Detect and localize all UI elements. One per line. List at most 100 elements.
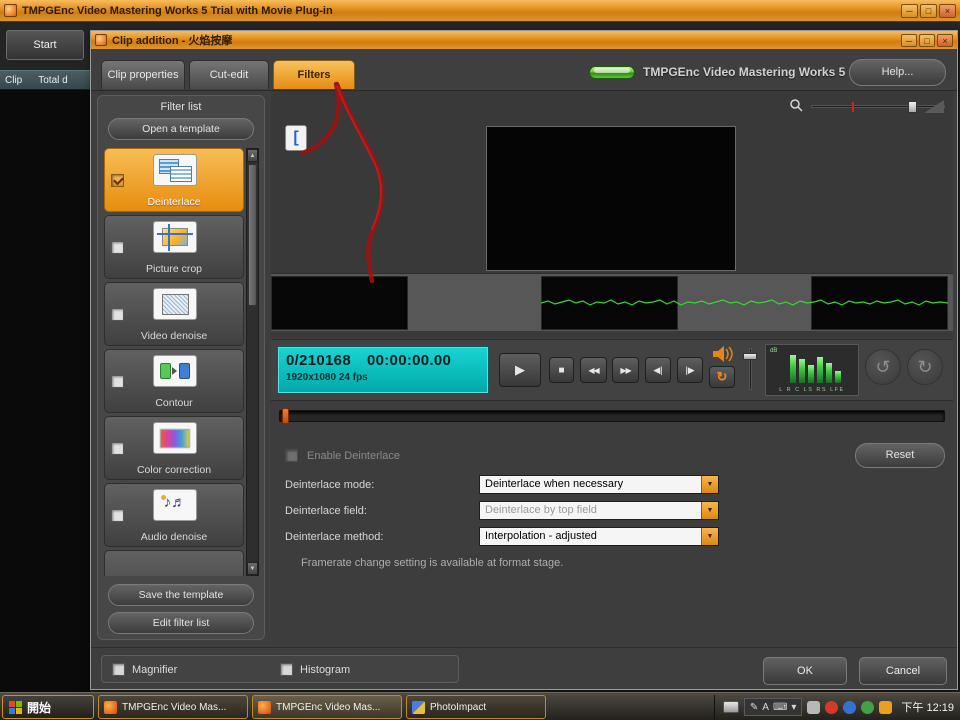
- taskbar-item-tmpgenc-1[interactable]: TMPGEnc Video Mas...: [98, 695, 248, 719]
- tmpgenc-app-icon: [258, 701, 271, 714]
- tray-icon-3[interactable]: [843, 701, 856, 714]
- framerate-note: Framerate change setting is available at…: [301, 557, 563, 569]
- undo-button[interactable]: ↺: [865, 349, 901, 385]
- deinterlace-checkbox[interactable]: [111, 174, 124, 187]
- main-close-button[interactable]: ×: [939, 4, 956, 18]
- stop-button[interactable]: ■: [549, 357, 574, 383]
- filter-item-contour[interactable]: Contour: [104, 349, 244, 413]
- video-denoise-icon: [153, 288, 197, 320]
- tray-icon-1[interactable]: [807, 701, 820, 714]
- deinterlace-icon: [153, 154, 197, 186]
- timeline-strip[interactable]: [271, 273, 953, 331]
- open-template-button[interactable]: Open a template: [108, 118, 254, 140]
- seek-track[interactable]: [279, 410, 945, 422]
- start-wizard-button[interactable]: Start: [6, 30, 84, 60]
- seek-handle[interactable]: [282, 408, 289, 424]
- scroll-up-button[interactable]: ▲: [247, 149, 258, 162]
- deinterlace-field-select[interactable]: Deinterlace by top field ▼: [479, 501, 719, 520]
- dropdown-arrow-icon[interactable]: ▼: [701, 528, 718, 545]
- filter-item-color-correction[interactable]: Color correction: [104, 416, 244, 480]
- filter-item-video-denoise[interactable]: Video denoise: [104, 282, 244, 346]
- video-denoise-checkbox[interactable]: [111, 308, 124, 321]
- histogram-checkbox[interactable]: [280, 663, 293, 676]
- enable-deinterlace-checkbox[interactable]: [285, 449, 298, 462]
- play-button[interactable]: ▶: [499, 353, 541, 387]
- taskbar-clock[interactable]: 下午 12:19: [901, 699, 954, 715]
- dialog-close-button[interactable]: ×: [937, 34, 953, 47]
- dialog-minimize-button[interactable]: ─: [901, 34, 917, 47]
- reset-button[interactable]: Reset: [855, 443, 945, 468]
- system-tray: ✎ A ⌨ ▾ 下午 12:19: [714, 695, 958, 719]
- language-bar[interactable]: ✎ A ⌨ ▾: [744, 698, 803, 716]
- tab-clip-properties[interactable]: Clip properties: [101, 60, 185, 89]
- preview-area: [: [271, 91, 953, 337]
- deinterlace-mode-value: Deinterlace when necessary: [480, 476, 718, 493]
- deinterlace-method-value: Interpolation - adjusted: [480, 528, 718, 545]
- deinterlace-mode-select[interactable]: Deinterlace when necessary ▼: [479, 475, 719, 494]
- main-window-titlebar[interactable]: TMPGEnc Video Mastering Works 5 Trial wi…: [0, 0, 960, 22]
- main-maximize-button[interactable]: □: [920, 4, 937, 18]
- taskbar: 開始 TMPGEnc Video Mas... TMPGEnc Video Ma…: [0, 692, 960, 720]
- contour-checkbox[interactable]: [111, 375, 124, 388]
- scrollbar-thumb[interactable]: [248, 164, 257, 306]
- task-label: TMPGEnc Video Mas...: [122, 702, 226, 713]
- filter-item-partial[interactable]: [104, 550, 244, 576]
- step-forward-button[interactable]: |▶: [677, 357, 703, 383]
- taskbar-item-tmpgenc-2[interactable]: TMPGEnc Video Mas...: [252, 695, 402, 719]
- dropdown-arrow-icon[interactable]: ▼: [701, 476, 718, 493]
- help-button[interactable]: Help...: [849, 59, 946, 86]
- filter-list-scrollbar[interactable]: ▲ ▼: [246, 148, 259, 576]
- taskbar-start-button[interactable]: 開始: [2, 695, 94, 719]
- pen-tray-icon[interactable]: ✎: [750, 702, 758, 713]
- zoom-slider-thumb[interactable]: [908, 101, 917, 113]
- step-back-button[interactable]: ◀|: [645, 357, 671, 383]
- audio-denoise-checkbox[interactable]: [111, 509, 124, 522]
- dialog-titlebar[interactable]: Clip addition - 火焰按摩 ─ □ ×: [91, 31, 957, 50]
- color-correction-checkbox[interactable]: [111, 442, 124, 455]
- printer-tray-icon[interactable]: [723, 701, 739, 713]
- display-options-panel: Magnifier Histogram: [101, 655, 459, 683]
- loop-button[interactable]: ↻: [709, 366, 735, 388]
- tab-cut-edit[interactable]: Cut-edit: [189, 60, 269, 89]
- tmpgenc-app-icon: [104, 701, 117, 714]
- dropdown-arrow-icon[interactable]: ▼: [701, 502, 718, 519]
- deinterlace-method-select[interactable]: Interpolation - adjusted ▼: [479, 527, 719, 546]
- frame-counter: 0/210168: [286, 352, 351, 369]
- zoom-slider-track[interactable]: [811, 105, 945, 108]
- preview-zoom-control: [789, 97, 945, 115]
- magnifier-checkbox[interactable]: [112, 663, 125, 676]
- dialog-maximize-button[interactable]: □: [919, 34, 935, 47]
- filter-list-title: Filter list: [98, 101, 264, 113]
- taskbar-item-photoimpact[interactable]: PhotoImpact: [406, 695, 546, 719]
- volume-knob[interactable]: [743, 353, 757, 360]
- tray-icon-4[interactable]: [861, 701, 874, 714]
- picture-crop-checkbox[interactable]: [111, 241, 124, 254]
- redo-button[interactable]: ↻: [907, 349, 943, 385]
- edit-filter-list-button[interactable]: Edit filter list: [108, 612, 254, 634]
- tray-icon-5[interactable]: [879, 701, 892, 714]
- main-minimize-button[interactable]: ─: [901, 4, 918, 18]
- tray-icon-2[interactable]: [825, 701, 838, 714]
- filter-item-picture-crop[interactable]: Picture crop: [104, 215, 244, 279]
- app-icon: [4, 4, 17, 17]
- tab-filters[interactable]: Filters: [273, 60, 355, 89]
- save-template-button[interactable]: Save the template: [108, 584, 254, 606]
- filter-item-label: Video denoise: [105, 330, 243, 342]
- filter-item-audio-denoise[interactable]: ♪♬ Audio denoise: [104, 483, 244, 547]
- transport-controls: 0/210168 00:00:00.00 1920x1080 24 fps ▶ …: [271, 339, 953, 401]
- rewind-button[interactable]: ◀◀: [580, 357, 607, 383]
- langbar-options-icon[interactable]: ▾: [791, 702, 796, 713]
- fast-forward-button[interactable]: ▶▶: [612, 357, 639, 383]
- ok-button[interactable]: OK: [763, 657, 847, 685]
- meter-bars: [790, 353, 841, 383]
- filter-item-deinterlace[interactable]: Deinterlace: [104, 148, 244, 212]
- level-meter: dB L R C LS RS LFE: [765, 344, 859, 396]
- screen: TMPGEnc Video Mastering Works 5 Trial wi…: [0, 0, 960, 720]
- cancel-button[interactable]: Cancel: [859, 657, 947, 685]
- volume-fader[interactable]: [741, 344, 759, 396]
- keyboard-tray-icon[interactable]: ⌨: [773, 702, 787, 713]
- ime-language-icon[interactable]: A: [762, 702, 769, 713]
- scroll-down-button[interactable]: ▼: [247, 562, 258, 575]
- audio-mute-icon[interactable]: [709, 343, 735, 364]
- zoom-default-marker: [852, 102, 854, 112]
